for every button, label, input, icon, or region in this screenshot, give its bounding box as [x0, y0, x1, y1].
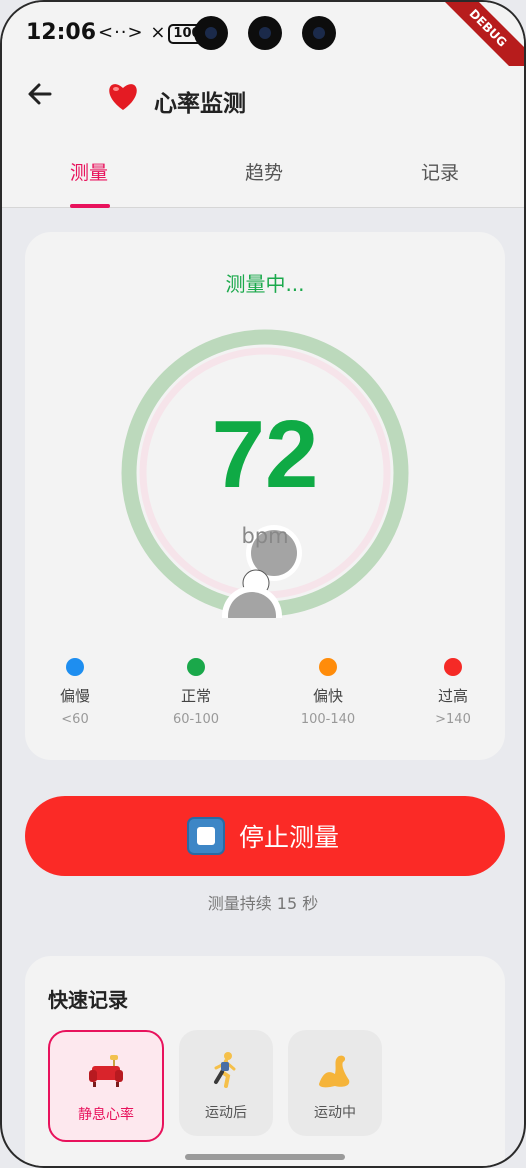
legend-name: 偏快 [312, 687, 343, 705]
bpm-unit: bpm [241, 524, 289, 548]
heart-icon [106, 80, 140, 120]
page-title: 心率监测 [154, 91, 246, 117]
legend-name: 过高 [437, 687, 468, 705]
duration-text: 测量持续 15 秒 [207, 894, 319, 913]
tab-records[interactable]: 记录 [421, 158, 459, 185]
legend-range: <60 [61, 712, 89, 727]
legend-range: >140 [435, 712, 471, 727]
tab-bar: 测量 趋势 记录 [2, 132, 524, 208]
quick-record-title: 快速记录 [48, 988, 128, 1012]
sofa-icon [50, 1052, 162, 1092]
connectivity-icons: <··> × [98, 22, 167, 43]
tab-measure[interactable]: 测量 [70, 158, 108, 185]
camera-icon [248, 16, 282, 50]
flexed-arm-icon [288, 1050, 382, 1090]
legend-item-high: 过高 >140 [408, 658, 498, 727]
camera-icon [194, 16, 228, 50]
measure-card: 测量中... 72 bpm 偏慢 <60 正常 60-100 偏快 100-14… [25, 232, 505, 760]
legend-name: 正常 [180, 687, 211, 705]
bpm-value: 72 [211, 401, 319, 508]
quick-record-label: 运动后 [205, 1105, 247, 1121]
legend-name: 偏慢 [59, 687, 90, 705]
camera-icon [302, 16, 336, 50]
legend-item-fast: 偏快 100-140 [283, 658, 373, 727]
quick-record-during-exercise[interactable]: 运动中 [288, 1030, 382, 1136]
legend-dot [319, 658, 337, 676]
quick-record-label: 运动中 [314, 1105, 356, 1121]
legend-item-slow: 偏慢 <60 [30, 658, 120, 727]
quick-record-rest[interactable]: 静息心率 [48, 1030, 164, 1142]
legend-item-normal: 正常 60-100 [151, 658, 241, 727]
measure-status: 测量中... [225, 272, 305, 296]
arrow-left-icon[interactable] [26, 80, 54, 116]
status-bar: 12:06 <··> × 100 DEBUG [2, 2, 524, 86]
phone-screen: 12:06 <··> × 100 DEBUG 心率监测 测量 趋势 记录 测量中… [0, 0, 526, 1168]
legend-dot [444, 658, 462, 676]
runner-icon [179, 1050, 273, 1090]
tab-trend[interactable]: 趋势 [245, 158, 283, 185]
legend-range: 60-100 [172, 712, 220, 727]
quick-record-after-exercise[interactable]: 运动后 [179, 1030, 273, 1136]
stop-measure-button[interactable]: 停止测量 [25, 796, 505, 876]
status-time: 12:06 [26, 20, 97, 45]
legend-dot [187, 658, 205, 676]
home-indicator[interactable] [185, 1154, 345, 1160]
stop-icon [187, 817, 225, 855]
stop-measure-label: 停止测量 [239, 823, 340, 852]
quick-record-card: 快速记录 静息心率 运动后 运动中 [25, 956, 505, 1166]
legend-dot [66, 658, 84, 676]
tab-indicator [70, 204, 110, 208]
quick-record-label: 静息心率 [78, 1107, 134, 1123]
legend-range: 100-140 [300, 712, 356, 727]
app-bar: 心率监测 [2, 66, 524, 132]
